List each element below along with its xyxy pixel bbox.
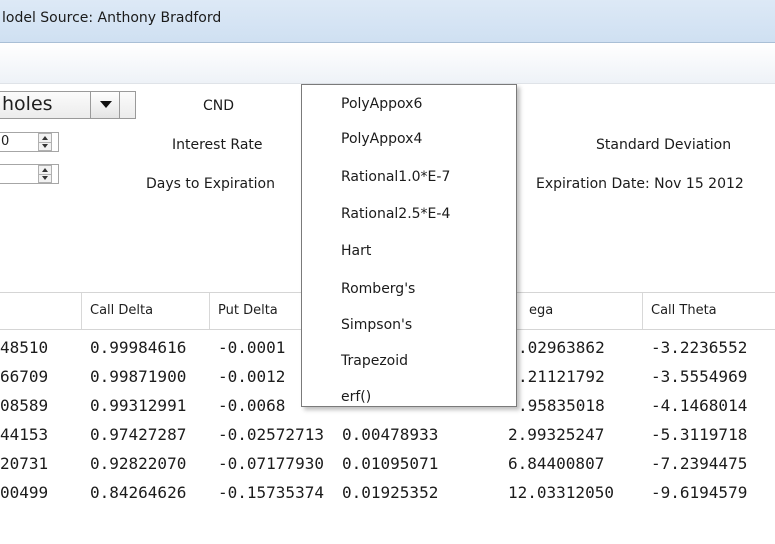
- model-combo-dropdown-button[interactable]: [90, 92, 120, 118]
- cell: 0.00478933: [342, 425, 439, 444]
- cell: -0.0012: [218, 367, 286, 386]
- spinner-2-buttons[interactable]: [38, 165, 52, 183]
- cell: 2.99325247: [508, 425, 605, 444]
- cell: 6.84400807: [508, 454, 605, 473]
- cell: 12.03312050: [508, 483, 614, 502]
- cell: 08589: [0, 396, 49, 415]
- cell: -4.1468014: [651, 396, 748, 415]
- cell: 20731: [0, 454, 49, 473]
- spin-up-icon[interactable]: [42, 136, 48, 140]
- cell: -0.15735374: [218, 483, 324, 502]
- cell: -7.2394475: [651, 454, 748, 473]
- dropdown-option-romberg[interactable]: Romberg's: [341, 281, 415, 297]
- cell: 0.01925352: [342, 483, 439, 502]
- cell: 0.97427287: [90, 425, 187, 444]
- table-row[interactable]: 20731 0.92822070 -0.07177930 0.01095071 …: [0, 449, 775, 478]
- cell: 0.92822070: [90, 454, 187, 473]
- cell: -0.0001: [218, 338, 286, 357]
- cell: .02963862: [518, 338, 605, 357]
- dropdown-option-hart[interactable]: Hart: [341, 243, 371, 259]
- dropdown-option-rational2[interactable]: Rational2.5*E-4: [341, 206, 450, 222]
- spinner-field-2[interactable]: [0, 164, 59, 184]
- cell: 00499: [0, 483, 49, 502]
- cnd-label: CND: [203, 98, 235, 114]
- spinner-1-buttons[interactable]: [38, 133, 52, 151]
- cell: 0.99312991: [90, 396, 187, 415]
- table-row[interactable]: 44153 0.97427287 -0.02572713 0.00478933 …: [0, 420, 775, 449]
- dropdown-option-polyappox6[interactable]: PolyAppox6: [341, 96, 422, 112]
- interest-rate-label: Interest Rate: [172, 137, 263, 153]
- column-header-call-delta[interactable]: Call Delta: [82, 293, 210, 329]
- spin-up-icon[interactable]: [42, 168, 48, 172]
- days-to-expiration-label: Days to Expiration: [146, 176, 275, 192]
- cell: -9.6194579: [651, 483, 748, 502]
- spin-down-icon[interactable]: [42, 176, 48, 180]
- model-combo-value: holes: [2, 93, 53, 115]
- spin-divider: [39, 174, 51, 175]
- dropdown-option-trapezoid[interactable]: Trapezoid: [341, 353, 408, 369]
- expiration-date-label: Expiration Date: Nov 15 2012: [536, 176, 744, 192]
- column-header[interactable]: [0, 293, 82, 329]
- column-header-call-theta[interactable]: Call Theta: [643, 293, 775, 329]
- dropdown-option-simpson[interactable]: Simpson's: [341, 317, 412, 333]
- cell: .95835018: [518, 396, 605, 415]
- cell: -5.3119718: [651, 425, 748, 444]
- cell: .21121792: [518, 367, 605, 386]
- cell: 0.99984616: [90, 338, 187, 357]
- spin-divider: [39, 142, 51, 143]
- spinner-1-value: 0: [1, 134, 10, 149]
- spin-down-icon[interactable]: [42, 144, 48, 148]
- cell: -3.5554969: [651, 367, 748, 386]
- model-combo[interactable]: holes: [0, 91, 136, 119]
- window-title: lodel Source: Anthony Bradford: [2, 10, 222, 26]
- dropdown-option-rational1[interactable]: Rational1.0*E-7: [341, 169, 450, 185]
- cell: 48510: [0, 338, 49, 357]
- cell: 0.01095071: [342, 454, 439, 473]
- cnd-dropdown-list[interactable]: PolyAppox6 PolyAppox4 Rational1.0*E-7 Ra…: [301, 84, 517, 407]
- cell: 0.99871900: [90, 367, 187, 386]
- toolbar-strip: [0, 43, 775, 84]
- cell: -0.07177930: [218, 454, 324, 473]
- standard-deviation-label: Standard Deviation: [596, 137, 732, 153]
- cell: -3.2236552: [651, 338, 748, 357]
- table-row[interactable]: 00499 0.84264626 -0.15735374 0.01925352 …: [0, 478, 775, 507]
- dropdown-option-erf[interactable]: erf(): [341, 389, 371, 405]
- cell: -0.0068: [218, 396, 286, 415]
- cell: 66709: [0, 367, 49, 386]
- dropdown-option-polyappox4[interactable]: PolyAppox4: [341, 131, 422, 147]
- title-bar: lodel Source: Anthony Bradford: [0, 0, 775, 43]
- chevron-down-icon: [100, 101, 112, 108]
- cell: -0.02572713: [218, 425, 324, 444]
- cell: 0.84264626: [90, 483, 187, 502]
- cell: 44153: [0, 425, 49, 444]
- spinner-field-1[interactable]: 0: [0, 132, 59, 152]
